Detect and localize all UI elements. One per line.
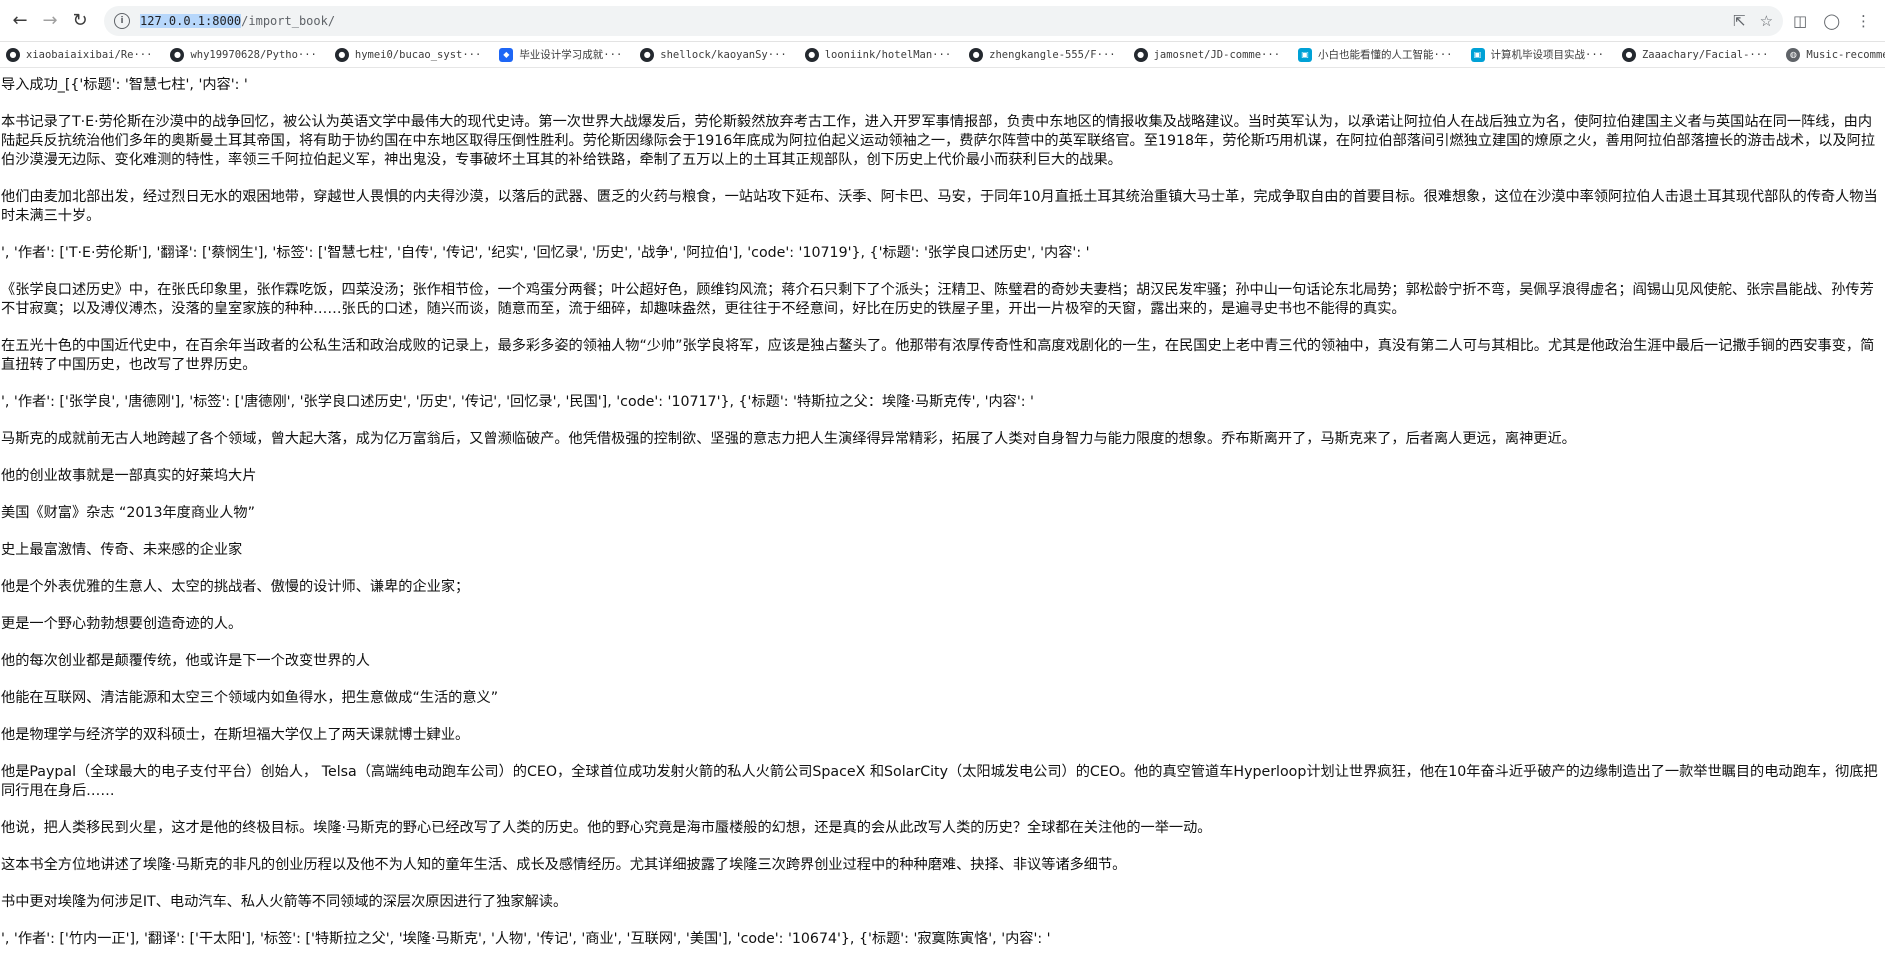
content-paragraph: 他说，把人类移民到火星，这才是他的终极目标。埃隆·马斯克的野心已经改写了人类的历… (1, 820, 1212, 836)
profile-icon[interactable]: ◯ (1823, 12, 1840, 30)
content-paragraph: 马斯克的成就前无古人地跨越了各个领域，曾大起大落，成为亿万富翁后，又曾濒临破产。… (1, 431, 1576, 447)
bookmark-label: 计算机毕设项目实战··· (1490, 49, 1604, 61)
bookmark-label: zhengkangle-555/F··· (989, 48, 1116, 61)
reload-button[interactable]: ↻ (66, 7, 94, 35)
url-path: /import_book/ (241, 13, 336, 28)
forward-button[interactable]: → (36, 7, 64, 35)
github-icon: ● (6, 47, 20, 62)
import-result-text: 导入成功_[{'标题': '智慧七柱', '内容': ' (1, 77, 248, 93)
reload-icon: ↻ (72, 10, 88, 31)
side-panel-icon[interactable]: ◫ (1793, 12, 1807, 30)
bookmark-label: shellock/kaoyanSy··· (660, 48, 787, 61)
bookmark-label: Zaaachary/Facial-··· (1641, 48, 1769, 61)
share-icon[interactable]: ⇱ (1733, 12, 1746, 30)
address-bar[interactable]: i 127.0.0.1:8000/import_book/ ⇱ ☆ (104, 5, 1784, 36)
menu-icon[interactable]: ⋮ (1856, 12, 1871, 30)
github-icon: ● (969, 47, 984, 62)
bookmark-item[interactable]: ● xiaobaiaixibai/Re··· (6, 47, 153, 62)
content-paragraph: 他是个外表优雅的生意人、太空的挑战者、傲慢的设计师、谦卑的企业家； (1, 579, 470, 595)
github-icon: ● (1133, 47, 1148, 62)
bookmark-item[interactable]: ● hymei0/bucao_syst··· (334, 47, 482, 62)
bookmark-label: why19970628/Pytho··· (190, 48, 317, 61)
content-paragraph: 他是物理学与经济学的双科硕士，在斯坦福大学仅上了两天课就博士肄业。 (1, 727, 470, 743)
github-icon: ● (334, 47, 349, 62)
content-paragraph: 《张学良口述历史》中，在张氏印象里，张作霖吃饭，四菜没汤；张作相节俭，一个鸡蛋分… (1, 282, 1874, 317)
content-paragraph: 他是Paypal（全球最大的电子支付平台）创始人， Telsa（高端纯电动跑车公… (1, 764, 1878, 799)
bookmark-label: jamosnet/JD-comme··· (1153, 48, 1281, 61)
github-icon: ● (804, 47, 819, 62)
bookmark-item[interactable]: ● looniink/hotelMan··· (804, 47, 952, 62)
content-paragraph: 他的每次创业都是颠覆传统，他或许是下一个改变世界的人 (1, 653, 370, 669)
back-button[interactable]: ← (6, 7, 34, 35)
bookmark-item[interactable]: ▣ 小白也能看懂的人工智能··· (1298, 47, 1453, 62)
address-bar-url[interactable]: 127.0.0.1:8000/import_book/ (140, 13, 336, 28)
github-icon: ● (640, 47, 655, 62)
bookmark-label: hymei0/bucao_syst··· (354, 48, 482, 61)
content-paragraph: 在五光十色的中国近代史中，在百余年当政者的公私生活和政治成败的记录上，最多彩多姿… (1, 338, 1875, 373)
github-icon: ● (170, 47, 185, 62)
bookmark-item[interactable]: ● Zaaachary/Facial-··· (1621, 47, 1769, 62)
github-icon: ● (1621, 47, 1636, 62)
bookmark-label: xiaobaiaixibai/Re··· (26, 48, 153, 61)
globe-icon: ◍ (1786, 47, 1801, 62)
bookmark-item[interactable]: ▣ 计算机毕设项目实战··· (1470, 47, 1604, 62)
bilibili-icon: ▣ (1298, 47, 1313, 62)
content-paragraph: 他们由麦加北部出发，经过烈日无水的艰困地带，穿越世人畏惧的内夫得沙漠，以落后的武… (1, 189, 1878, 224)
content-paragraph: 本书记录了T·E·劳伦斯在沙漠中的战争回忆，被公认为英语文学中最伟大的现代史诗。… (1, 114, 1876, 168)
bilibili-icon: ▣ (1470, 47, 1485, 62)
content-paragraph: 史上最富激情、传奇、未来感的企业家 (1, 542, 243, 558)
bookmark-item[interactable]: ◍ Music-recommendat··· (1786, 47, 1885, 62)
forward-arrow-icon: → (42, 10, 58, 31)
content-paragraph: 他的创业故事就是一部真实的好莱坞大片 (1, 468, 257, 484)
bookmark-item[interactable]: ● zhengkangle-555/F··· (969, 47, 1116, 62)
content-paragraph: 书中更对埃隆为何涉足IT、电动汽车、私人火箭等不同领域的深层次原因进行了独家解读… (1, 894, 568, 910)
content-paragraph: ', '作者': ['竹内一正'], '翻译': ['干太阳'], '标签': … (1, 931, 1051, 947)
content-paragraph: 美国《财富》杂志 “2013年度商业人物” (1, 505, 255, 521)
bookmark-label: 小白也能看懂的人工智能··· (1318, 49, 1453, 61)
blue-square-icon: ◆ (499, 47, 514, 62)
back-arrow-icon: ← (12, 10, 28, 31)
bookmark-label: Music-recommendat··· (1806, 48, 1885, 61)
site-info-icon[interactable]: i (114, 12, 130, 29)
bookmarks-bar: ● xiaobaiaixibai/Re··· ● why19970628/Pytho… (0, 42, 1885, 68)
bookmark-item[interactable]: ◆ 毕业设计学习成就··· (499, 47, 622, 62)
content-paragraph: ', '作者': ['张学良', '唐德刚'], '标签': ['唐德刚', '… (1, 394, 1034, 410)
content-paragraph: 他能在互联网、清洁能源和太空三个领域内如鱼得水，把生意做成“生活的意义” (1, 690, 499, 706)
bookmark-item[interactable]: ● jamosnet/JD-comme··· (1133, 47, 1281, 62)
url-host: 127.0.0.1:8000 (140, 13, 242, 28)
bookmark-item[interactable]: ● why19970628/Pytho··· (170, 47, 317, 62)
browser-toolbar: ← → ↻ i 127.0.0.1:8000/import_book/ ⇱ ☆ … (0, 0, 1885, 42)
page-content: 导入成功_[{'标题': '智慧七柱', '内容': ' 本书记录了T·E·劳伦… (0, 76, 1885, 949)
bookmark-item[interactable]: ● shellock/kaoyanSy··· (640, 47, 787, 62)
bookmark-star-icon[interactable]: ☆ (1760, 12, 1773, 30)
bookmark-label: looniink/hotelMan··· (824, 48, 952, 61)
content-paragraph: ', '作者': ['T·E·劳伦斯'], '翻译': ['蔡悯生'], '标签… (1, 245, 1090, 261)
content-paragraph: 更是一个野心勃勃想要创造奇迹的人。 (1, 616, 243, 632)
content-paragraph: 这本书全方位地讲述了埃隆·马斯克的非凡的创业历程以及他不为人知的童年生活、成长及… (1, 857, 1127, 873)
bookmark-label: 毕业设计学习成就··· (519, 49, 623, 61)
